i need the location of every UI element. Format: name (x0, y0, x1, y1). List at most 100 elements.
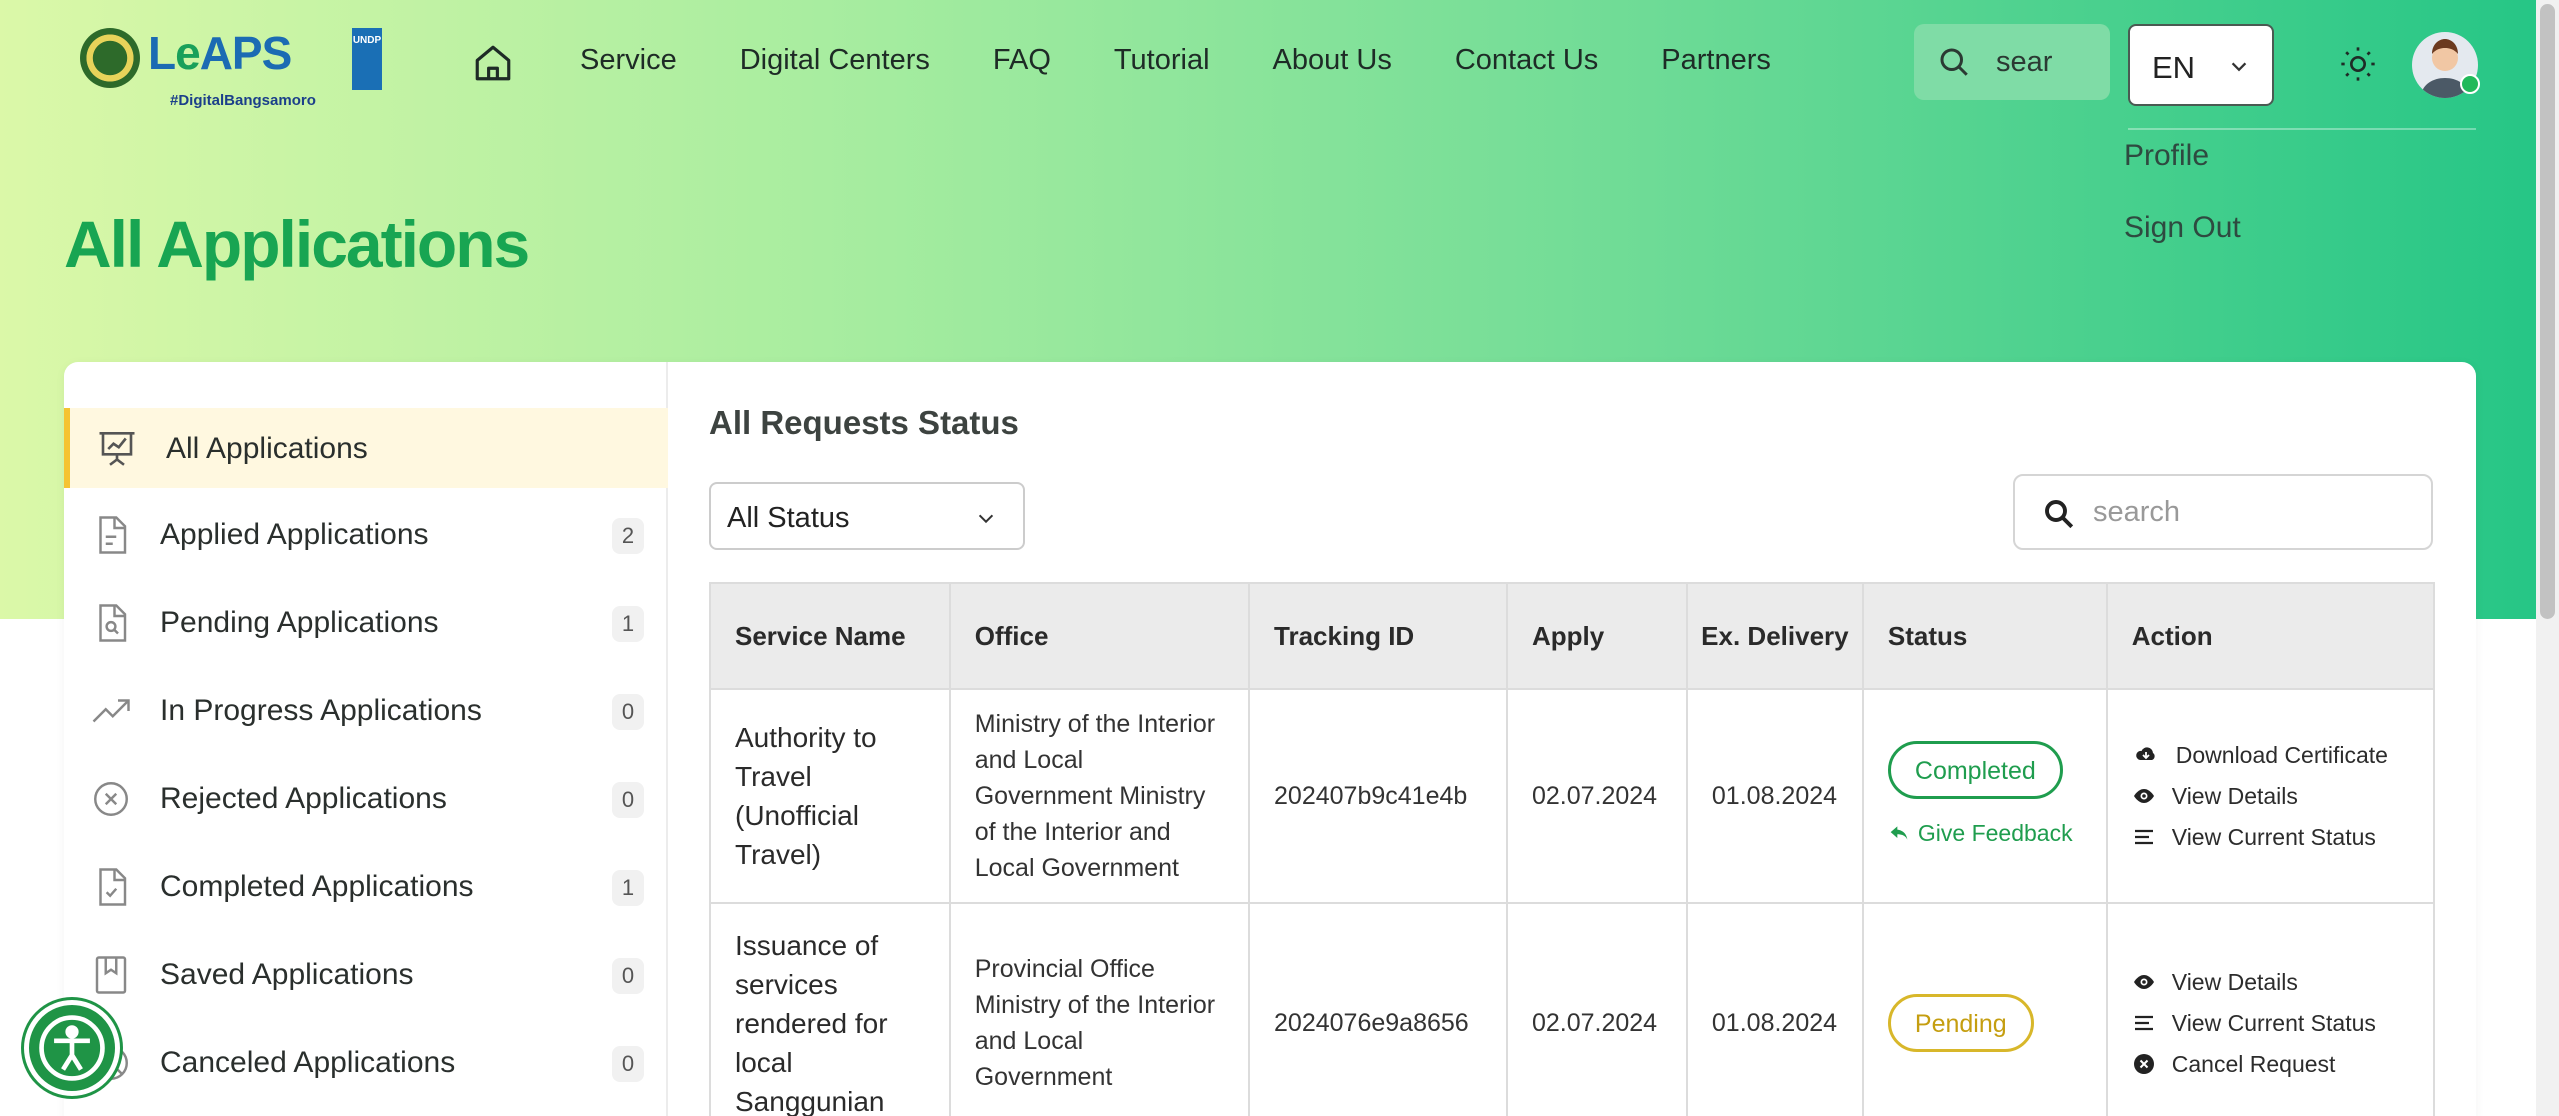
sidebar-item-label: Canceled Applications (160, 1046, 456, 1079)
column-header: Action (2105, 582, 2436, 690)
sidebar-item-label: In Progress Applications (160, 694, 482, 727)
search-input[interactable] (2093, 492, 2413, 532)
view-details-action[interactable]: View Details (2132, 776, 2409, 817)
logo-tagline: #DigitalBangsamoro (170, 92, 316, 109)
list-icon (2134, 829, 2153, 845)
nav-partners[interactable]: Partners (1661, 44, 1771, 77)
cancel-request-action[interactable]: Cancel Request (2132, 1044, 2409, 1085)
sidebar-item-canceled[interactable]: Canceled Applications 0 (64, 1022, 668, 1102)
cell-apply-date: 02.07.2024 (1505, 902, 1688, 1116)
sidebar-item-pending[interactable]: Pending Applications 1 (64, 582, 668, 662)
column-header[interactable]: Service Name (709, 582, 951, 690)
count-badge: 0 (612, 782, 644, 818)
count-badge: 1 (612, 606, 644, 642)
sidebar-item-label: All Applications (166, 432, 368, 465)
sidebar-item-all-applications[interactable]: All Applications (64, 408, 668, 488)
action-label: View Current Status (2171, 824, 2376, 850)
menu-divider (2128, 128, 2476, 130)
sidebar-item-applied[interactable]: Applied Applications 2 (64, 494, 668, 574)
undp-logo: UNDP (352, 28, 382, 90)
table-header-row: Service Name Office Tracking ID Apply Ex… (709, 582, 2436, 690)
count-badge: 0 (612, 1046, 644, 1082)
accessibility-button[interactable] (24, 1000, 120, 1096)
menu-sign-out[interactable]: Sign Out (2124, 206, 2241, 278)
view-current-status-action[interactable]: View Current Status (2132, 817, 2409, 858)
menu-profile[interactable]: Profile (2124, 134, 2241, 206)
header-search[interactable]: sear (1914, 24, 2110, 100)
cell-status: Pending (1861, 902, 2108, 1116)
column-header[interactable]: Status (1861, 582, 2108, 690)
give-feedback-label: Give Feedback (1917, 820, 2073, 846)
main-nav: Service Digital Centers FAQ Tutorial Abo… (580, 44, 1834, 77)
action-label: View Current Status (2171, 1010, 2376, 1036)
language-select[interactable]: EN (2128, 24, 2274, 106)
nav-tutorial[interactable]: Tutorial (1114, 44, 1210, 77)
cell-office: Ministry of the Interior and Local Gover… (948, 688, 1251, 904)
accessibility-icon (39, 1015, 105, 1081)
page-title: All Applications (64, 207, 530, 281)
home-icon[interactable] (472, 42, 514, 84)
chevron-down-icon (978, 514, 994, 524)
sidebar-item-saved[interactable]: Saved Applications 0 (64, 934, 668, 1014)
cell-service-name: Authority to Travel (Unofficial Travel) (709, 688, 951, 904)
trending-up-icon (92, 699, 130, 723)
sun-icon[interactable] (2338, 44, 2378, 84)
download-certificate-action[interactable]: Download Certificate (2132, 735, 2409, 776)
sidebar-item-label: Rejected Applications (160, 782, 447, 815)
action-label: View Details (2171, 969, 2298, 995)
document-search-icon (99, 604, 127, 642)
view-details-action[interactable]: View Details (2132, 962, 2409, 1003)
search-icon (1940, 48, 1968, 76)
column-header[interactable]: Office (948, 582, 1251, 690)
status-filter-select[interactable]: All Status (709, 482, 1025, 550)
count-badge: 0 (612, 958, 644, 994)
x-circle-filled-icon (2133, 1054, 2154, 1074)
cell-actions: Download Certificate View Details View C… (2105, 688, 2436, 904)
nav-digital-centers[interactable]: Digital Centers (740, 44, 930, 77)
applications-table: Service Name Office Tracking ID Apply Ex… (709, 582, 2436, 1116)
sidebar-item-completed[interactable]: Completed Applications 1 (64, 846, 668, 926)
column-header[interactable]: Ex. Delivery (1685, 582, 1864, 690)
action-label: Download Certificate (2175, 742, 2388, 768)
table-row: Authority to Travel (Unofficial Travel) … (709, 688, 2436, 904)
sidebar-item-label: Pending Applications (160, 606, 439, 639)
sidebar-item-label: Applied Applications (160, 518, 429, 551)
bangsamoro-seal-icon (80, 28, 140, 88)
cell-tracking-id: 202407b9c41e4b (1248, 688, 1508, 904)
panel-title: All Requests Status (709, 404, 1019, 441)
cell-tracking-id: 2024076e9a8656 (1248, 902, 1508, 1116)
x-circle-icon (94, 782, 128, 816)
count-badge: 1 (612, 870, 644, 906)
list-icon (2134, 1015, 2153, 1031)
cell-apply-date: 02.07.2024 (1505, 688, 1688, 904)
column-header[interactable]: Apply (1505, 582, 1688, 690)
requests-search (2013, 474, 2433, 550)
logo-wordmark: LeAPS (148, 27, 292, 79)
applications-sidebar: All Applications Applied Applications 2 … (64, 362, 668, 1116)
page-scrollbar[interactable] (2536, 0, 2559, 1116)
eye-icon (2133, 789, 2154, 803)
nav-service[interactable]: Service (580, 44, 677, 77)
nav-faq[interactable]: FAQ (993, 44, 1051, 77)
language-value: EN (2152, 50, 2196, 85)
cell-status: Completed Give Feedback (1861, 688, 2108, 904)
sidebar-item-in-progress[interactable]: In Progress Applications 0 (64, 670, 668, 750)
give-feedback-link[interactable]: Give Feedback (1888, 815, 2082, 851)
table-row: Issuance of services rendered for local … (709, 902, 2436, 1116)
cell-office: Provincial Office Ministry of the Interi… (948, 902, 1251, 1116)
leaps-logo[interactable]: LeAPS UNDP #DigitalBangsamoro (80, 26, 386, 110)
header-search-placeholder: sear (1996, 46, 2053, 78)
nav-contact-us[interactable]: Contact Us (1455, 44, 1598, 77)
nav-about-us[interactable]: About Us (1273, 44, 1392, 77)
sidebar-item-label: Saved Applications (160, 958, 414, 991)
action-label: Cancel Request (2171, 1051, 2336, 1077)
status-badge: Completed (1887, 741, 2063, 799)
view-current-status-action[interactable]: View Current Status (2132, 1003, 2409, 1044)
column-header[interactable]: Tracking ID (1248, 582, 1508, 690)
sidebar-item-rejected[interactable]: Rejected Applications 0 (64, 758, 668, 838)
status-filter-value: All Status (727, 502, 850, 534)
user-dropdown-menu: Profile Sign Out (2124, 134, 2241, 278)
scrollbar-thumb[interactable] (2540, 4, 2555, 619)
cell-service-name: Issuance of services rendered for local … (709, 902, 951, 1116)
cell-delivery-date: 01.08.2024 (1685, 902, 1864, 1116)
